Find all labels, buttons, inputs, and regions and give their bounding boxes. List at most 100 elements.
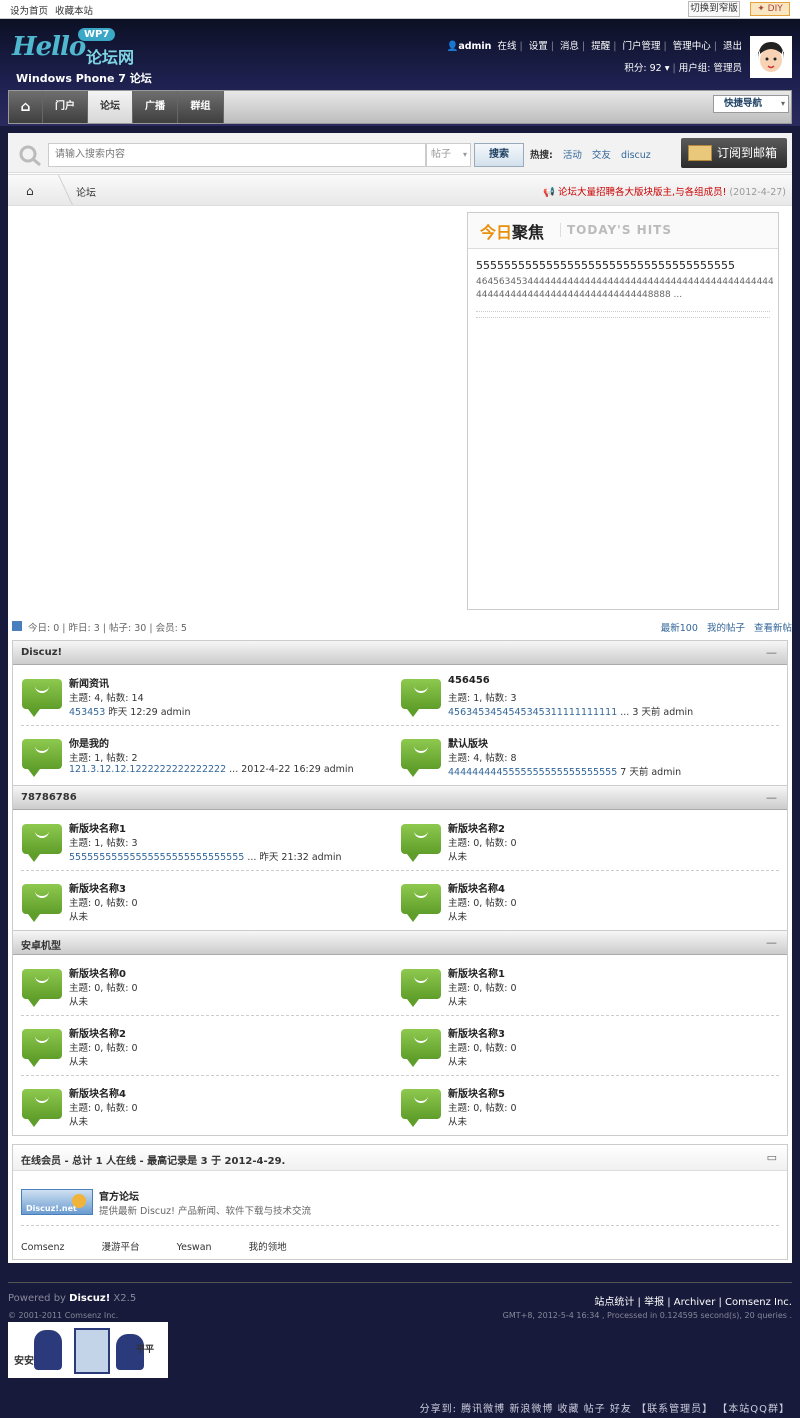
latest-100-link[interactable]: 最新100 bbox=[661, 623, 698, 634]
set-home-link[interactable]: 设为首页 bbox=[10, 6, 48, 17]
forum-item[interactable]: 新版块名称1 主题: 0, 帖数: 0 从未 bbox=[392, 957, 772, 1017]
forum-item[interactable]: 新版块名称2 主题: 0, 帖数: 0 从未 bbox=[13, 1017, 393, 1077]
forum-item[interactable]: 新版块名称0 主题: 0, 帖数: 0 从未 bbox=[13, 957, 393, 1017]
admin-center-link[interactable]: 管理中心 bbox=[673, 41, 711, 52]
group-header[interactable]: 78786786 — bbox=[13, 786, 787, 810]
user-menu: 👤admin 在线 | 设置 | 消息 | 提醒 | 门户管理 | 管理中心 | 退出 积分… bbox=[446, 41, 742, 74]
forum-bubble-icon bbox=[22, 739, 62, 777]
forum-name[interactable]: 新版块名称0 bbox=[69, 965, 126, 980]
forum-name[interactable]: 456456 bbox=[448, 675, 490, 686]
discuz-logo[interactable]: Discuz!.net bbox=[21, 1189, 93, 1215]
collapse-icon[interactable]: — bbox=[766, 936, 777, 949]
forum-bubble-icon bbox=[22, 1029, 62, 1067]
forum-item[interactable]: 456456 主题: 1, 帖数: 3 45634534545453453111… bbox=[392, 667, 772, 727]
forum-last-post: 从未 bbox=[448, 912, 468, 923]
forum-item[interactable]: 新版块名称3 主题: 0, 帖数: 0 从未 bbox=[13, 872, 393, 932]
notices-link[interactable]: 提醒 bbox=[591, 41, 610, 52]
hot-search-link[interactable]: discuz bbox=[621, 150, 651, 161]
forum-counts: 主题: 0, 帖数: 0 bbox=[448, 1043, 517, 1054]
search-icon bbox=[19, 145, 41, 166]
forum-name[interactable]: 新版块名称3 bbox=[69, 880, 126, 895]
collapse-icon[interactable]: — bbox=[766, 646, 777, 659]
hot-search-link[interactable]: 交友 bbox=[592, 150, 611, 161]
online-status: 在线 bbox=[497, 41, 517, 52]
footer-links[interactable]: 站点统计 | 举报 | Archiver | Comsenz Inc. bbox=[594, 1293, 792, 1308]
forum-name[interactable]: 新版块名称4 bbox=[69, 1085, 126, 1100]
forum-last-post: 从未 bbox=[69, 1057, 89, 1068]
hot-summary: 4645634534444444444444444444444444444444… bbox=[476, 277, 774, 300]
forum-name[interactable]: 新版块名称1 bbox=[69, 820, 126, 835]
online-header[interactable]: 在线会员 - 总计 1 人在线 - 最高记录是 3 于 2012-4-29. ▭ bbox=[13, 1145, 787, 1171]
forum-item[interactable]: 新闻资讯 主题: 4, 帖数: 14 453453 昨天 12:29 admin bbox=[13, 667, 393, 727]
official-forum-link[interactable]: 官方论坛 bbox=[99, 1188, 139, 1203]
nav-groups[interactable]: 群组 bbox=[178, 91, 224, 123]
copyright: © 2001-2011 Comsenz Inc. bbox=[8, 1311, 119, 1320]
hot-headline[interactable]: 5555555555555555555555555555555555555 bbox=[476, 259, 776, 272]
credits-dropdown[interactable]: 积分: 92 ▾ bbox=[624, 63, 669, 74]
portal-admin-link[interactable]: 门户管理 bbox=[622, 41, 660, 52]
diy-button[interactable]: ✦ DIY bbox=[750, 2, 790, 16]
forum-bubble-icon bbox=[22, 1089, 62, 1127]
avatar-face-icon bbox=[752, 38, 790, 76]
switch-width-button[interactable]: 切换到窄版 bbox=[688, 1, 740, 17]
forum-item[interactable]: 新版块名称3 主题: 0, 帖数: 0 从未 bbox=[392, 1017, 772, 1077]
nav-broadcast[interactable]: 广播 bbox=[133, 91, 178, 123]
collapse-icon[interactable]: — bbox=[766, 791, 777, 804]
nav-forum[interactable]: 论坛 bbox=[88, 91, 133, 123]
forum-bubble-icon bbox=[22, 884, 62, 922]
settings-link[interactable]: 设置 bbox=[529, 41, 548, 52]
subscribe-email-button[interactable]: 订阅到邮箱 bbox=[681, 138, 787, 168]
forum-item[interactable]: 新版块名称2 主题: 0, 帖数: 0 从未 bbox=[392, 812, 772, 872]
forum-item[interactable]: 新版块名称4 主题: 0, 帖数: 0 从未 bbox=[392, 872, 772, 932]
police-badge[interactable]: 安安 平平 bbox=[8, 1322, 168, 1378]
friend-link[interactable]: Comsenz bbox=[21, 1242, 65, 1253]
friend-link[interactable]: 我的领地 bbox=[249, 1242, 287, 1253]
search-input[interactable]: 请输入搜索内容 bbox=[48, 143, 426, 167]
bookmark-link[interactable]: 收藏本站 bbox=[55, 6, 93, 17]
friend-link[interactable]: 漫游平台 bbox=[102, 1242, 140, 1253]
forum-item[interactable]: 新版块名称4 主题: 0, 帖数: 0 从未 bbox=[13, 1077, 393, 1137]
my-posts-link[interactable]: 我的帖子 bbox=[707, 623, 745, 634]
online-title: 在线会员 - 总计 1 人在线 - 最高记录是 3 于 2012-4-29. bbox=[21, 1156, 286, 1167]
group-header[interactable]: Discuz! — bbox=[13, 641, 787, 665]
forum-last-post: 从未 bbox=[69, 997, 89, 1008]
official-forum-desc: 提供最新 Discuz! 产品新闻、软件下载与技术交流 bbox=[99, 1206, 311, 1217]
search-type-select[interactable]: 帖子 ▾ bbox=[426, 143, 471, 167]
logout-link[interactable]: 退出 bbox=[723, 41, 742, 52]
expand-icon[interactable]: ▭ bbox=[767, 1151, 777, 1164]
stats-links: 最新100 我的帖子 查看新帖 bbox=[655, 620, 792, 634]
hot-search-link[interactable]: 活动 bbox=[563, 150, 582, 161]
forum-name[interactable]: 新版块名称3 bbox=[448, 1025, 505, 1040]
forum-name[interactable]: 你是我的 bbox=[69, 735, 109, 750]
nav-portal[interactable]: 门户 bbox=[43, 91, 88, 123]
share-bar[interactable]: 分享到: 腾讯微博 新浪微博 收藏 帖子 好友 【联系管理员】 【本站QQ群】 bbox=[420, 1400, 790, 1415]
new-posts-link[interactable]: 查看新帖 bbox=[754, 623, 792, 634]
forum-bubble-icon bbox=[401, 884, 441, 922]
forum-name[interactable]: 新闻资讯 bbox=[69, 675, 109, 690]
breadcrumb-current[interactable]: 论坛 bbox=[76, 184, 96, 199]
search-button[interactable]: 搜索 bbox=[474, 143, 524, 167]
avatar[interactable] bbox=[750, 36, 792, 78]
home-icon[interactable]: ⌂ bbox=[26, 184, 34, 198]
quick-nav-button[interactable]: 快捷导航 ▾ bbox=[713, 95, 789, 113]
forum-name[interactable]: 默认版块 bbox=[448, 735, 488, 750]
messages-link[interactable]: 消息 bbox=[560, 41, 579, 52]
forum-name[interactable]: 新版块名称2 bbox=[69, 1025, 126, 1040]
nav-home-icon[interactable]: ⌂ bbox=[9, 91, 43, 123]
friend-link[interactable]: Yeswan bbox=[177, 1242, 212, 1253]
username[interactable]: admin bbox=[458, 41, 491, 52]
forum-name[interactable]: 新版块名称1 bbox=[448, 965, 505, 980]
forum-item[interactable]: 你是我的 主题: 1, 帖数: 2 121.3.12.12.1222222222… bbox=[13, 727, 393, 787]
forum-last-post: 从未 bbox=[448, 1057, 468, 1068]
forum-name[interactable]: 新版块名称4 bbox=[448, 880, 505, 895]
forum-name[interactable]: 新版块名称2 bbox=[448, 820, 505, 835]
discuz-link[interactable]: Discuz! bbox=[69, 1293, 110, 1304]
group-header[interactable]: 安卓机型 — bbox=[13, 931, 787, 955]
announcement[interactable]: 📢 论坛大量招聘各大版块版主,与各组成员! (2012-4-27) bbox=[543, 184, 786, 198]
site-logo[interactable]: Hello WP7 论坛网 Windows Phone 7 论坛 bbox=[10, 28, 170, 88]
forum-item[interactable]: 新版块名称1 主题: 1, 帖数: 3 55555555555555555555… bbox=[13, 812, 393, 872]
forum-item[interactable]: 新版块名称5 主题: 0, 帖数: 0 从未 bbox=[392, 1077, 772, 1137]
forum-item[interactable]: 默认版块 主题: 4, 帖数: 8 4444444445555555555555… bbox=[392, 727, 772, 787]
today-hits-header: 今日聚焦 TODAY'S HITS bbox=[468, 213, 778, 249]
forum-name[interactable]: 新版块名称5 bbox=[448, 1085, 505, 1100]
